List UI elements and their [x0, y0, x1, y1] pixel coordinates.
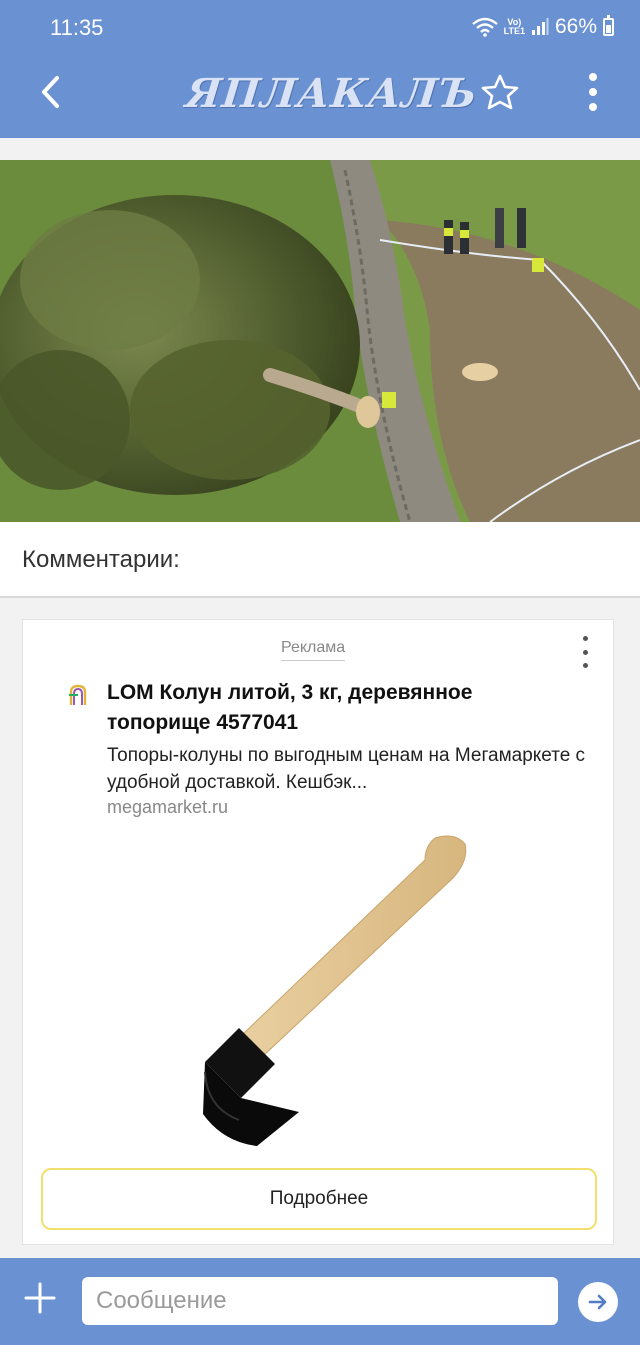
- star-icon: [481, 74, 519, 110]
- back-icon: [42, 76, 59, 108]
- arrow-right-icon: [588, 1294, 607, 1310]
- status-time: 11:35: [50, 15, 104, 40]
- app-header: ЯПЛАКАЛЪ: [0, 58, 640, 138]
- photo-illustration: [0, 160, 640, 522]
- favorite-button[interactable]: [478, 70, 522, 114]
- more-menu-button[interactable]: [578, 70, 608, 114]
- ad-product-image[interactable]: [163, 820, 483, 1160]
- status-indicators: Vo) LTE1 66%: [471, 15, 614, 39]
- ad-options-button[interactable]: [575, 636, 595, 668]
- back-button[interactable]: [30, 72, 70, 112]
- advertiser-logo-icon: [69, 684, 87, 705]
- post-photo[interactable]: [0, 160, 640, 522]
- top-bar: 11:35 Vo) LTE1 66% ЯПЛАКАЛЪ: [0, 0, 640, 138]
- more-vertical-icon-dot: [582, 649, 588, 655]
- comments-title: Комментарии:: [22, 546, 180, 573]
- more-vertical-icon-dot: [582, 663, 588, 668]
- ad-description: Топоры-колуны по выгодным ценам на Мегам…: [107, 745, 586, 793]
- ad-more-button[interactable]: Подробнее: [41, 1168, 597, 1230]
- lte-line2: LTE1: [503, 26, 525, 36]
- attach-button[interactable]: [20, 1278, 60, 1318]
- ad-label: Реклама: [281, 639, 346, 661]
- send-button[interactable]: [578, 1282, 618, 1322]
- battery-percent: 66%: [554, 15, 597, 38]
- ad-card[interactable]: Реклама LOM Колун литой, 3 кг, деревянно…: [22, 619, 614, 1245]
- comments-section-header: Комментарии:: [0, 522, 640, 598]
- more-vertical-icon: [589, 73, 597, 81]
- message-input[interactable]: [82, 1277, 558, 1325]
- site-logo[interactable]: ЯПЛАКАЛЪ: [184, 70, 481, 117]
- signal-icon: [531, 18, 549, 35]
- lte-indicator: Vo) LTE1: [504, 18, 525, 36]
- plus-icon: [24, 1282, 56, 1314]
- ad-title[interactable]: LOM Колун литой, 3 кг, деревянное топори…: [107, 678, 577, 738]
- more-vertical-icon: [582, 636, 588, 641]
- message-bar: [0, 1258, 640, 1345]
- ad-domain[interactable]: megamarket.ru: [107, 797, 228, 818]
- status-bar: 11:35 Vo) LTE1 66%: [0, 0, 640, 58]
- wifi-icon: [471, 17, 498, 37]
- more-vertical-icon-dot: [589, 103, 597, 111]
- battery-icon: [603, 15, 614, 36]
- more-vertical-icon-dot: [589, 88, 597, 96]
